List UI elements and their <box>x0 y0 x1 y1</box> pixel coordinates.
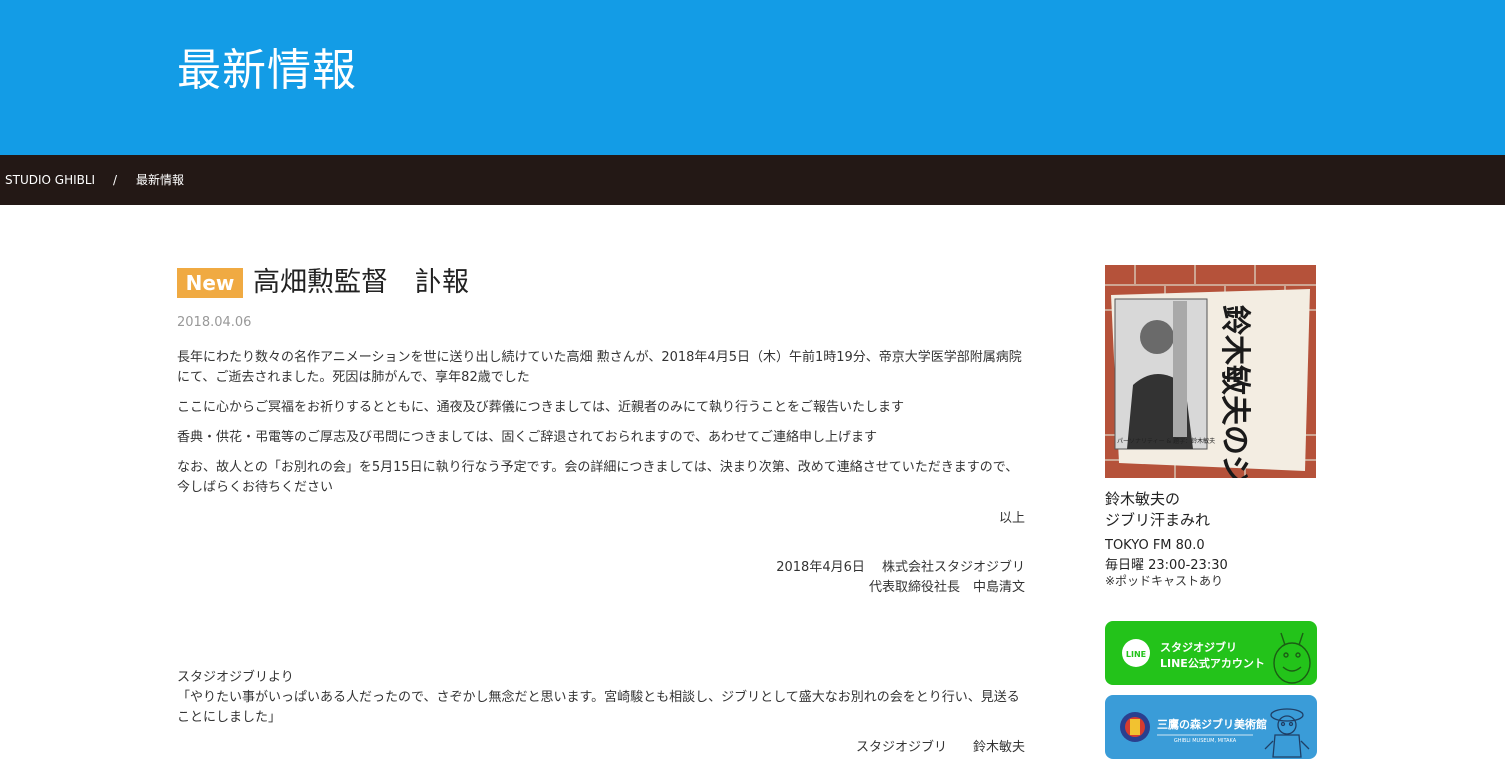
page-title: 最新情報 <box>177 45 357 96</box>
svg-text:LINE公式アカウント: LINE公式アカウント <box>1160 656 1265 670</box>
robot-soldier-icon <box>1264 708 1310 758</box>
statement-from-label: スタジオジブリより <box>177 670 294 685</box>
radio-name-line: ジブリ汗まみれ <box>1105 511 1211 529</box>
breadcrumb-separator: / <box>113 173 118 187</box>
breadcrumb-current: 最新情報 <box>136 173 185 187</box>
breadcrumb-home-link[interactable]: STUDIO GHIBLI <box>5 172 95 188</box>
svg-text:LINE: LINE <box>1126 650 1146 659</box>
svg-text:鈴木敏夫のジブリ汗まみれ: 鈴木敏夫のジブリ汗まみれ <box>1217 305 1252 478</box>
signature-date-company: 2018年4月6日 株式会社スタジオジブリ <box>776 560 1025 575</box>
radio-station: TOKYO FM 80.0 <box>1105 538 1205 553</box>
radio-program-image[interactable]: パーソナリティー & 題字：鈴木敏夫 鈴木敏夫のジブリ汗まみれ <box>1105 265 1316 478</box>
radio-program-info: TOKYO FM 80.0 毎日曜 23:00-23:30 <box>1105 536 1228 576</box>
article-title: 高畑勲監督 訃報 <box>253 267 469 298</box>
article-paragraph: ここに心からご冥福をお祈りするとともに、通夜及び葬儀につきましては、近親者のみに… <box>177 400 904 415</box>
ghibli-museum-banner[interactable]: 三鷹の森ジブリ美術館 GHIBLI MUSEUM, MITAKA <box>1105 695 1317 759</box>
totoro-icon <box>1273 632 1311 684</box>
svg-text:パーソナリティー & 題字：鈴木敏夫: パーソナリティー & 題字：鈴木敏夫 <box>1117 437 1215 445</box>
svg-text:スタジオジブリ: スタジオジブリ <box>1160 640 1237 654</box>
radio-name-line: 鈴木敏夫の <box>1105 490 1181 508</box>
closing-text: 以上 <box>998 511 1025 526</box>
new-badge: New <box>177 268 243 298</box>
radio-podcast-note: ※ポッドキャストあり <box>1105 574 1224 588</box>
svg-text:三鷹の森ジブリ美術館: 三鷹の森ジブリ美術館 <box>1157 717 1267 731</box>
article-paragraph: なお、故人との「お別れの会」を5月15日に執り行なう予定です。会の詳細につきまし… <box>177 460 1019 495</box>
radio-program-name[interactable]: 鈴木敏夫の ジブリ汗まみれ <box>1105 489 1210 531</box>
article-paragraph: 香典・供花・弔電等のご厚志及び弔問につきましては、固くご辞退されておられますので… <box>177 430 878 445</box>
statement-quote: 「やりたい事がいっぱいある人だったので、さぞかし無念だと思います。宮崎駿とも相談… <box>177 690 1020 725</box>
article-date: 2018.04.06 <box>177 315 252 330</box>
line-official-account-banner[interactable]: LINE スタジオジブリ LINE公式アカウント <box>1105 621 1317 685</box>
page-header: 最新情報 <box>0 0 1505 155</box>
statement-signature: スタジオジブリ 鈴木敏夫 <box>855 740 1025 755</box>
museum-banner-art: 三鷹の森ジブリ美術館 GHIBLI MUSEUM, MITAKA <box>1120 708 1310 758</box>
radio-program-artwork: パーソナリティー & 題字：鈴木敏夫 鈴木敏夫のジブリ汗まみれ <box>1105 265 1316 478</box>
breadcrumb: STUDIO GHIBLI / 最新情報 <box>0 155 1505 205</box>
signature-president: 代表取締役社長 中島清文 <box>868 580 1025 595</box>
line-banner-art: LINE スタジオジブリ LINE公式アカウント <box>1122 632 1311 684</box>
museum-logo-icon <box>1120 712 1150 742</box>
svg-text:GHIBLI MUSEUM, MITAKA: GHIBLI MUSEUM, MITAKA <box>1174 738 1237 744</box>
article-paragraph: 長年にわたり数々の名作アニメーションを世に送り出し続けていた高畑 勲さんが、20… <box>177 350 1022 385</box>
